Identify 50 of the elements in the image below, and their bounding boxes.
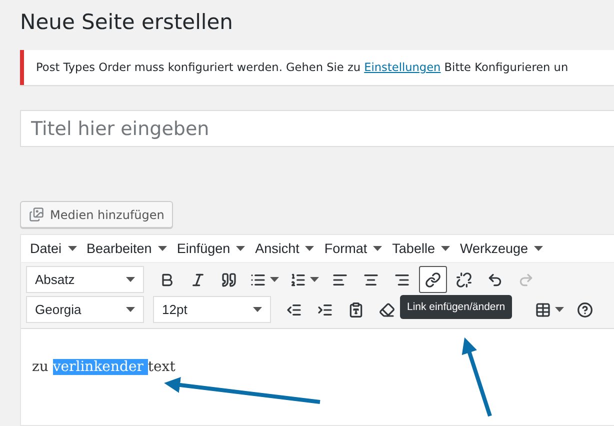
caret-icon	[126, 307, 135, 312]
title-field[interactable]: Titel hier eingeben	[20, 110, 614, 147]
link-icon	[425, 272, 441, 288]
quote-icon	[221, 272, 237, 288]
caret-icon	[253, 307, 262, 312]
toolbar-button[interactable]	[419, 266, 447, 293]
outdent-icon	[286, 302, 302, 318]
indent-icon	[317, 302, 333, 318]
caret-icon	[440, 246, 450, 251]
menu-item[interactable]: Datei	[30, 241, 77, 256]
tooltip: Link einfügen/ändern	[400, 295, 512, 319]
caret-icon	[270, 277, 279, 282]
add-media-button[interactable]: Medien hinzufügen	[20, 201, 174, 228]
bold-icon	[159, 272, 175, 288]
caret-icon	[236, 246, 246, 251]
bullet-list-icon	[250, 272, 266, 288]
menu-item[interactable]: Format	[324, 241, 382, 256]
images-icon	[29, 207, 44, 222]
italic-icon	[190, 272, 206, 288]
caret-icon	[158, 246, 167, 251]
align-center-icon	[363, 272, 379, 288]
menu-item[interactable]: Werkzeuge	[460, 241, 543, 256]
caret-icon	[305, 246, 314, 251]
redo-icon	[518, 272, 534, 288]
table-icon	[535, 302, 551, 318]
settings-link[interactable]: Einstellungen	[364, 61, 441, 74]
unlink-icon	[456, 272, 472, 288]
format-select[interactable]: 12pt	[153, 296, 271, 323]
notice-message: Post Types Order muss konfiguriert werden. Gehen Sie zu Einstellungen Bitte Konfigurieren un	[20, 50, 614, 85]
page-title: Neue Seite erstellen	[20, 9, 234, 36]
align-left-icon	[332, 272, 348, 288]
align-right-icon	[394, 272, 410, 288]
caret-icon	[534, 246, 543, 251]
caret-icon	[68, 246, 77, 251]
caret-icon	[126, 277, 135, 282]
menu-item[interactable]: Einfügen	[176, 241, 246, 256]
undo-icon	[487, 272, 503, 288]
eraser-icon	[379, 302, 395, 318]
menu-item[interactable]: Tabelle	[392, 241, 450, 256]
help-icon	[577, 302, 593, 318]
caret-icon	[373, 246, 382, 251]
menu-item[interactable]: Ansicht	[255, 241, 314, 256]
content-text: zu verlinkender text	[32, 359, 176, 375]
menu-item[interactable]: Bearbeiten	[86, 241, 167, 256]
numbered-list-icon	[290, 272, 306, 288]
format-select[interactable]: Georgia	[26, 296, 144, 323]
caret-icon	[555, 307, 564, 312]
format-select[interactable]: Absatz	[26, 266, 144, 293]
caret-icon	[310, 277, 319, 282]
paste-text-icon	[348, 302, 364, 318]
